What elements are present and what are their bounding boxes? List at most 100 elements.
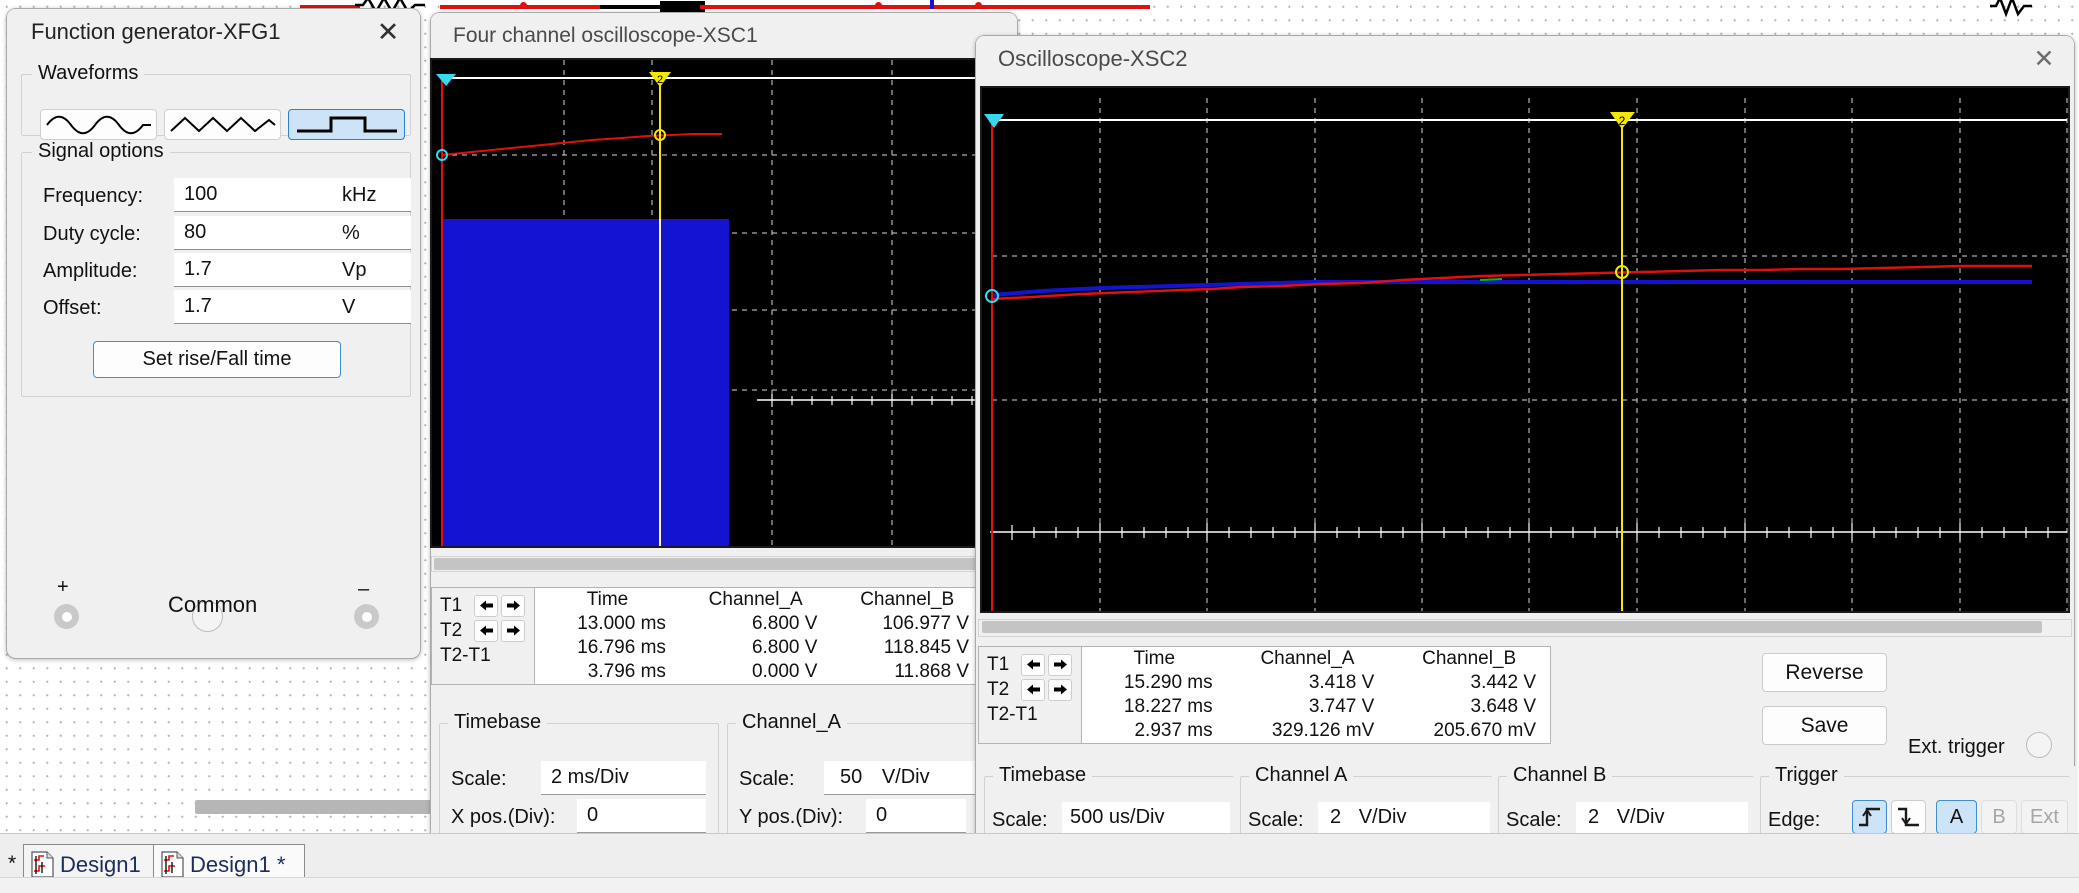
cursor-t2-label: T2: [987, 678, 1010, 700]
offset-unit: V: [334, 290, 411, 324]
xsc2-hscrollbar-thumb[interactable]: [982, 621, 2042, 633]
arrow-right-icon: [1053, 684, 1067, 695]
function-generator-window[interactable]: Function generator-XFG1 ✕ Waveforms Sign…: [6, 8, 421, 659]
save-button[interactable]: Save: [1762, 706, 1887, 745]
schematic-file-icon: [31, 851, 54, 878]
delta-channel-a: 0.000 V: [751, 661, 818, 682]
xsc1-cha-ypos-input[interactable]: [866, 799, 966, 833]
xsc2-chb-scale-label: Scale:: [1506, 809, 1562, 831]
cursor-row-t1: T1: [440, 593, 528, 618]
cursor-t1-left-button[interactable]: [474, 594, 498, 617]
table-row: 16.796 ms 6.800 V 118.845 V: [535, 636, 983, 660]
table-row: 15.290 ms 3.418 V 3.442 V: [1082, 671, 1550, 695]
positive-terminal-label: +: [57, 576, 69, 598]
cursor-t2-left-button[interactable]: [474, 619, 498, 642]
trigger-source-a-button[interactable]: A: [1936, 800, 1977, 834]
cursor-t2-right-button[interactable]: [501, 619, 525, 642]
xsc1-cha-scale-unit: V/Div: [881, 766, 930, 788]
square-wave-button[interactable]: [288, 109, 405, 140]
negative-terminal-ring[interactable]: [354, 604, 379, 629]
xsc1-xpos-label: X pos.(Div):: [451, 806, 556, 828]
positive-terminal[interactable]: [54, 604, 79, 629]
arrow-right-icon: [1053, 659, 1067, 670]
falling-edge-icon: [1897, 807, 1919, 827]
function-generator-title: Function generator-XFG1 ✕: [7, 9, 420, 55]
xsc2-timebase-scale-label: Scale:: [992, 809, 1048, 831]
t1-channel-a: 6.800 V: [751, 613, 818, 634]
delta-time: 2.937 ms: [1134, 720, 1213, 741]
trigger-source-b-button[interactable]: B: [1981, 800, 2017, 834]
signal-options-group-label: Signal options: [32, 140, 170, 163]
cursor-t1-label: T1: [440, 594, 463, 616]
arrow-left-icon: [479, 625, 493, 636]
xsc2-display[interactable]: 2: [980, 86, 2070, 613]
table-row: 2.937 ms 329.126 mV 205.670 mV: [1082, 719, 1550, 743]
probe-node: [930, 0, 934, 9]
t1-channel-a: 3.418 V: [1308, 672, 1375, 693]
t1-time: 13.000 ms: [577, 613, 666, 634]
delta-channel-a: 329.126 mV: [1271, 720, 1375, 741]
close-icon[interactable]: ✕: [2026, 43, 2062, 75]
offset-input[interactable]: [174, 290, 334, 324]
xsc1-xpos-input[interactable]: [577, 799, 706, 833]
schematic-file-icon: [161, 851, 184, 878]
negative-terminal[interactable]: [354, 604, 379, 629]
xsc1-channel-a-title: Channel_A: [736, 711, 847, 734]
duty-cycle-label: Duty cycle:: [43, 223, 141, 245]
cursor-t1-right-button[interactable]: [1048, 653, 1072, 676]
delta-channel-b: 11.868 V: [894, 661, 969, 682]
offset-label: Offset:: [43, 297, 102, 319]
xsc2-hscrollbar[interactable]: [978, 619, 2072, 637]
cursor-t1-left-button[interactable]: [1021, 653, 1045, 676]
duty-cycle-input[interactable]: [174, 216, 334, 250]
terminal-dot: [361, 611, 372, 622]
xsc1-cha-ypos-label: Y pos.(Div):: [739, 806, 844, 828]
xsc1-timebase-scale-value[interactable]: 2 ms/Div: [541, 761, 706, 795]
xsc1-hscrollbar-thumb[interactable]: [434, 558, 994, 570]
xsc2-cha-scale-unit: V/Div: [1358, 806, 1407, 828]
cursor-row-delta: T2-T1: [440, 643, 528, 668]
reverse-button[interactable]: Reverse: [1762, 653, 1887, 692]
cursor-t1-right-button[interactable]: [501, 594, 525, 617]
arrow-right-icon: [506, 600, 520, 611]
ext-trigger-terminal[interactable]: [2026, 732, 2052, 758]
cursor-row-delta: T2-T1: [987, 702, 1075, 727]
amplitude-input[interactable]: [174, 253, 334, 287]
duty-cycle-unit: %: [334, 216, 411, 250]
canvas-hscrollbar-thumb[interactable]: [195, 800, 435, 814]
trigger-source-ext-button[interactable]: Ext: [2021, 800, 2068, 834]
xsc1-cursor-controls: T1 T2 T2-T1: [431, 587, 534, 685]
inductor-symbol: [1990, 0, 2032, 18]
xsc1-window[interactable]: Four channel oscilloscope-XSC1 ⌄: [430, 12, 1019, 881]
xsc2-timebase-scale-value[interactable]: 500 us/Div: [1062, 802, 1230, 834]
trigger-falling-edge-button[interactable]: [1891, 800, 1926, 834]
xsc2-trigger-title: Trigger: [1769, 764, 1844, 787]
xsc2-window[interactable]: Oscilloscope-XSC2 ✕ 2 T1 T2 T2-T1 Time C…: [975, 35, 2076, 893]
set-rise-fall-time-button[interactable]: Set rise/Fall time: [93, 341, 341, 378]
xsc2-chb-scale-value[interactable]: 2 V/Div: [1576, 802, 1748, 834]
xsc1-hscrollbar[interactable]: [431, 556, 1019, 572]
t2-channel-b: 3.648 V: [1470, 696, 1537, 717]
frequency-input[interactable]: [174, 178, 334, 212]
t2-channel-b: 118.845 V: [883, 637, 969, 658]
taskbar-hscrollbar[interactable]: [0, 877, 2079, 893]
xsc1-timebase-scale-label: Scale:: [451, 768, 507, 790]
table-row: 3.796 ms 0.000 V 11.868 V: [535, 660, 983, 684]
xsc2-cha-scale-label: Scale:: [1248, 809, 1304, 831]
close-icon[interactable]: ✕: [370, 16, 406, 48]
cursor-t2-left-button[interactable]: [1021, 678, 1045, 701]
xsc1-display[interactable]: 2: [430, 58, 1018, 548]
sine-wave-button[interactable]: [40, 109, 157, 140]
arrow-left-icon: [1026, 659, 1040, 670]
trigger-rising-edge-button[interactable]: [1852, 800, 1887, 834]
xsc2-cha-scale-value[interactable]: 2 V/Div: [1318, 802, 1490, 834]
col-channel-b: Channel_B: [860, 589, 955, 610]
xsc2-channel-b-title: Channel B: [1507, 764, 1613, 787]
xsc1-title-text: Four channel oscilloscope-XSC1: [453, 24, 758, 47]
triangle-wave-button[interactable]: [164, 109, 281, 140]
positive-terminal-ring[interactable]: [54, 604, 79, 629]
cursor-t2-right-button[interactable]: [1048, 678, 1072, 701]
junction-node: [875, 2, 882, 9]
taskbar: * Design1 Design1 *: [0, 833, 2079, 893]
cursor-delta-label: T2-T1: [440, 644, 491, 666]
